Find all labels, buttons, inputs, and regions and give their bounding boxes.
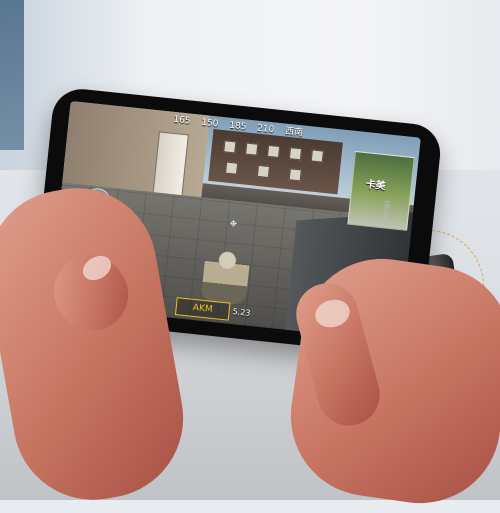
building-window: [310, 149, 324, 163]
building-window: [256, 164, 271, 179]
ammo-count: 5.23: [232, 307, 251, 318]
weapon-label: AKM: [192, 302, 214, 315]
player-character: [200, 245, 252, 306]
crosshair-icon: ⌖: [228, 216, 238, 232]
building-window: [245, 142, 259, 156]
compass-mark: 185: [228, 120, 247, 133]
building-window: [288, 147, 303, 161]
window-frame: [0, 0, 24, 150]
compass-mark: 165: [172, 114, 191, 127]
building-window: [223, 140, 237, 154]
building-window: [225, 161, 239, 175]
compass-mark: 西南: [284, 126, 304, 139]
building-window: [288, 168, 302, 182]
compass-mark: 210: [256, 123, 275, 136]
compass-mark: 150: [200, 117, 219, 130]
building-window: [266, 144, 281, 159]
map-marker-label: 卡美: [365, 179, 387, 193]
